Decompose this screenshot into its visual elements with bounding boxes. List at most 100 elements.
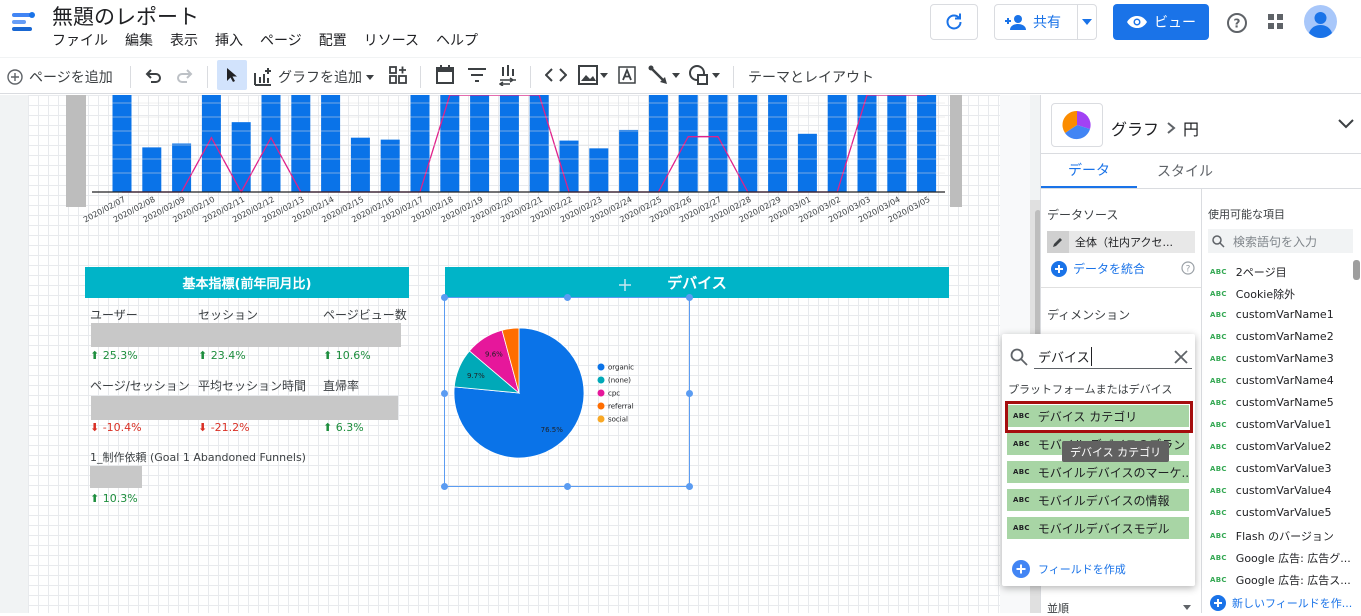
- image-icon[interactable]: [578, 65, 608, 85]
- help-icon[interactable]: ?: [1226, 12, 1248, 34]
- field-item[interactable]: ABC customVarValue4: [1210, 484, 1331, 497]
- dimension-option[interactable]: ABC モバイルデバイスのマーケ...: [1007, 461, 1189, 483]
- field-item[interactable]: ABC customVarName4: [1210, 374, 1334, 387]
- menu-item[interactable]: ページ: [260, 30, 302, 50]
- menu-item[interactable]: 編集: [125, 30, 153, 50]
- fields-scrollbar-thumb[interactable]: [1353, 260, 1360, 280]
- field-search-box[interactable]: 検索語句を入力: [1208, 229, 1353, 253]
- theme-layout-button[interactable]: テーマとレイアウト: [748, 64, 874, 90]
- legend-label[interactable]: organic: [608, 364, 634, 372]
- field-item[interactable]: ABC 2ページ目: [1210, 264, 1287, 280]
- data-studio-logo[interactable]: [8, 6, 38, 36]
- new-field-link[interactable]: 新しいフィールドを作...: [1210, 595, 1352, 611]
- line-icon[interactable]: [648, 65, 682, 85]
- dimension-option[interactable]: ABC モバイルデバイスモデル: [1007, 517, 1189, 539]
- kpi-label: ページビュー数: [323, 308, 407, 322]
- field-item[interactable]: ABC Flash のバージョン: [1210, 528, 1334, 544]
- text-box-icon[interactable]: [617, 65, 637, 85]
- edit-pencil-icon[interactable]: [1052, 236, 1064, 248]
- legend-label[interactable]: cpc: [608, 390, 620, 398]
- calendar-icon[interactable]: [436, 65, 454, 85]
- field-item[interactable]: ABC customVarName3: [1210, 352, 1334, 365]
- collapse-chevron-icon[interactable]: [1338, 119, 1354, 129]
- datasource-chip[interactable]: 全体（社内アクセ...: [1047, 231, 1195, 253]
- add-chart-label: グラフを追加: [278, 70, 362, 86]
- kpi-header[interactable]: 基本指標(前年同月比): [85, 267, 409, 298]
- bar: [708, 95, 728, 192]
- bar: [261, 95, 281, 192]
- share-button[interactable]: 共有: [994, 4, 1097, 40]
- datasource-name: 全体（社内アクセ...: [1075, 236, 1173, 249]
- kpi-delta: ⬇ -10.4%: [90, 421, 142, 434]
- field-item[interactable]: ABC customVarValue3: [1210, 462, 1331, 475]
- bar: [142, 147, 162, 192]
- field-item[interactable]: ABC customVarName5: [1210, 396, 1334, 409]
- menu-item[interactable]: 挿入: [215, 30, 243, 50]
- undo-icon[interactable]: [143, 66, 163, 86]
- redo-icon[interactable]: [175, 66, 195, 86]
- tab-style[interactable]: スタイル: [1137, 154, 1233, 188]
- bar-series: [112, 95, 945, 194]
- create-field-label: フィールドを作成: [1038, 563, 1126, 576]
- sort-caret-icon[interactable]: [1183, 605, 1191, 610]
- shape-icon[interactable]: [688, 64, 722, 86]
- tab-data[interactable]: データ: [1041, 154, 1137, 188]
- add-chart-button[interactable]: グラフを追加: [253, 64, 374, 90]
- chart-left-handle[interactable]: [66, 95, 86, 207]
- field-name: Cookie除外: [1235, 288, 1296, 301]
- field-item[interactable]: ABC customVarName1: [1210, 308, 1334, 321]
- chevron-right-icon: [1167, 122, 1176, 134]
- blend-label: データを統合: [1073, 262, 1146, 276]
- bar: [231, 122, 251, 192]
- dimension-search-input[interactable]: デバイス: [1038, 347, 1092, 366]
- field-item[interactable]: ABC Google 広告: 広告グ...: [1210, 550, 1351, 566]
- legend-label[interactable]: social: [608, 416, 628, 424]
- create-field-link[interactable]: フィールドを作成: [1012, 560, 1126, 578]
- field-name: Google 広告: 広告グ...: [1235, 552, 1351, 565]
- avatar[interactable]: [1304, 5, 1337, 38]
- blend-data-link[interactable]: データを統合: [1051, 260, 1145, 277]
- legend-swatch: [597, 363, 605, 371]
- bar: [529, 95, 549, 192]
- share-dropdown-icon[interactable]: [1082, 19, 1092, 25]
- move-handle-icon[interactable]: [618, 278, 632, 292]
- menu-item[interactable]: ファイル: [52, 30, 108, 50]
- filter-icon[interactable]: [467, 67, 487, 83]
- field-item[interactable]: ABC customVarValue2: [1210, 440, 1331, 453]
- chart-right-handle[interactable]: [950, 95, 962, 207]
- field-item[interactable]: ABC customVarValue1: [1210, 418, 1331, 431]
- data-control-icon[interactable]: [499, 64, 517, 86]
- field-item[interactable]: ABC Cookie除外: [1210, 286, 1295, 302]
- clear-icon[interactable]: [1174, 350, 1188, 364]
- field-item[interactable]: ABC customVarValue5: [1210, 506, 1331, 519]
- svg-text:?: ?: [1186, 265, 1191, 275]
- view-button[interactable]: ビュー: [1113, 4, 1209, 40]
- field-item[interactable]: ABC Google 広告: 広告ス...: [1210, 572, 1351, 588]
- device-chart-header[interactable]: デバイス: [445, 267, 949, 298]
- kpi-delta: ⬆ 10.6%: [323, 349, 371, 362]
- report-title[interactable]: 無題のレポート: [52, 1, 199, 31]
- refresh-button[interactable]: [930, 4, 978, 40]
- legend-label[interactable]: referral: [608, 403, 634, 411]
- chart-type-selector[interactable]: [1051, 103, 1103, 147]
- section-divider: [1041, 287, 1201, 288]
- add-page-button[interactable]: ページを追加: [7, 64, 113, 90]
- menu-item[interactable]: リソース: [364, 30, 419, 50]
- chart-type-label: 円: [1183, 120, 1200, 139]
- dimension-option[interactable]: ABC モバイルデバイスの情報: [1007, 489, 1189, 511]
- bar: [350, 137, 370, 192]
- legend-label[interactable]: (none): [608, 377, 631, 385]
- menu-item[interactable]: 配置: [319, 30, 347, 50]
- apps-grid-icon[interactable]: [1267, 13, 1285, 31]
- select-tool-button[interactable]: [217, 60, 247, 90]
- menu-item[interactable]: ヘルプ: [436, 30, 478, 50]
- add-control-icon[interactable]: [388, 65, 408, 85]
- help-small-icon[interactable]: ?: [1181, 261, 1195, 275]
- bar: [887, 95, 907, 192]
- menu-item[interactable]: 表示: [170, 30, 198, 50]
- pie-chart[interactable]: 76.5% 9.7% 9.6% organic (none) cpc referral so…: [444, 297, 690, 487]
- time-series-chart[interactable]: 2020/02/072020/02/082020/02/092020/02/10…: [60, 95, 970, 245]
- field-item[interactable]: ABC customVarName2: [1210, 330, 1334, 343]
- code-icon[interactable]: [545, 67, 567, 83]
- text-type-icon: ABC: [1013, 496, 1030, 504]
